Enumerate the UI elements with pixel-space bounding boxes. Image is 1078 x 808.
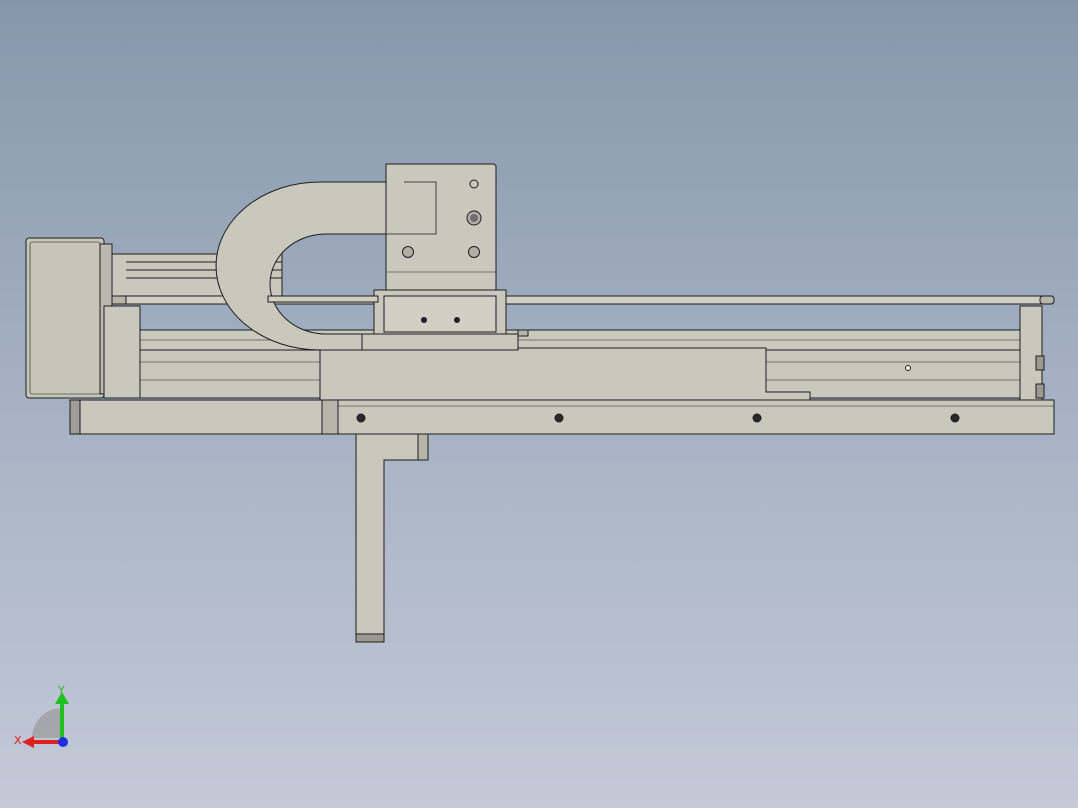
mounting-plate[interactable] — [385, 163, 497, 291]
cad-viewport[interactable]: Y X — [0, 0, 1078, 808]
y-axis-label: Y — [57, 684, 65, 697]
carriage-arm[interactable] — [319, 347, 811, 401]
linear-actuator-model[interactable] — [0, 0, 1078, 808]
orientation-triad: Y X — [14, 684, 69, 748]
triad-plane-icon — [32, 708, 62, 738]
lower-bracket[interactable] — [355, 433, 429, 643]
x-axis-label: X — [14, 734, 22, 747]
x-axis-head — [22, 736, 34, 748]
base-plate[interactable] — [69, 399, 1055, 435]
z-axis-dot — [58, 737, 68, 747]
end-plate-right[interactable] — [1019, 305, 1045, 405]
rail-end-cap-left — [111, 295, 127, 305]
top-rail-front — [267, 295, 379, 303]
rail-end-cap-right — [1039, 295, 1055, 305]
carriage-block[interactable] — [361, 289, 529, 351]
